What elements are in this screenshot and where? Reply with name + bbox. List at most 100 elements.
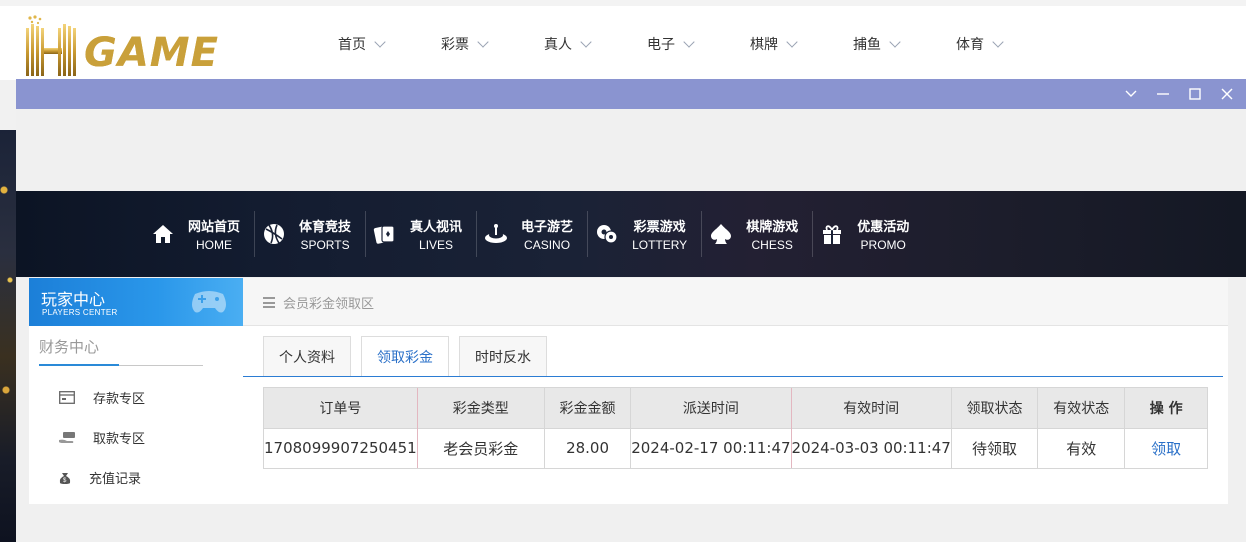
- breadcrumb-label: 会员彩金领取区: [283, 297, 375, 312]
- category-label-en: CHESS: [751, 238, 793, 252]
- top-nav-item-home[interactable]: 首页: [338, 34, 441, 54]
- column-header: 领取状态: [951, 388, 1039, 428]
- category-label-en: LIVES: [419, 238, 454, 252]
- maximize-button[interactable]: [1186, 86, 1204, 102]
- tab-profile[interactable]: 个人资料: [263, 336, 351, 376]
- cell-dispatch-time: 2024-02-17 00:11:47: [630, 427, 792, 468]
- category-label-cn: 优惠活动: [857, 220, 910, 235]
- category-label-cn: 彩票游戏: [633, 220, 686, 235]
- category-item-chess[interactable]: 棋牌游戏 CHESS: [702, 211, 814, 257]
- category-label-cn: 电子游艺: [521, 220, 574, 235]
- category-item-sports[interactable]: 体育竞技 SPORTS: [255, 211, 367, 257]
- cell-valid-status: 有效: [1037, 427, 1126, 468]
- tab-label: 时时反水: [475, 349, 531, 366]
- cell-valid-time: 2024-03-03 00:11:47: [791, 427, 952, 468]
- category-item-home[interactable]: 网站首页 HOME: [144, 211, 256, 257]
- cards-icon: [372, 221, 398, 247]
- chevron-down-icon: [580, 35, 592, 48]
- cell-claim-status: 待领取: [951, 427, 1039, 468]
- column-header: 有效状态: [1037, 388, 1126, 428]
- chevron-down-icon: [477, 35, 489, 48]
- column-header: 有效时间: [791, 388, 952, 428]
- category-item-lottery[interactable]: 彩票游戏 LOTTERY: [588, 211, 703, 257]
- minimize-icon: [1157, 93, 1169, 95]
- slot-icon: [483, 221, 509, 247]
- category-item-promo[interactable]: 优惠活动 PROMO: [813, 211, 923, 257]
- close-button[interactable]: [1218, 86, 1236, 102]
- top-nav-label: 棋牌: [750, 37, 778, 53]
- top-nav-label: 彩票: [441, 37, 469, 53]
- category-item-live[interactable]: 真人视讯 LIVES: [366, 211, 478, 257]
- chevron-down-icon: [786, 35, 798, 48]
- top-nav-item-sports[interactable]: 体育: [956, 34, 1059, 54]
- sidebar-item-withdraw[interactable]: 取款专区: [57, 428, 145, 447]
- tab-label: 领取彩金: [377, 350, 433, 366]
- category-label-en: LOTTERY: [632, 238, 688, 252]
- category-item-casino[interactable]: 电子游艺 CASINO: [477, 211, 589, 257]
- lottery-balls-icon: [594, 221, 620, 247]
- collapse-button[interactable]: [1122, 86, 1140, 102]
- tab-label: 个人资料: [279, 349, 335, 366]
- sidebar-item-label: 取款专区: [93, 432, 146, 447]
- popup-window: 网站首页 HOME 体育竞技 SPORTS 真人视讯 LIVES 电子游艺 CASINO: [16, 79, 1246, 542]
- top-nav-label: 真人: [544, 37, 572, 53]
- category-label-cn: 体育竞技: [299, 220, 352, 235]
- table-header-row: 订单号 彩金类型 彩金金额 派送时间 有效时间 领取状态 有效状态 操 作: [264, 388, 1207, 428]
- category-nav: 网站首页 HOME 体育竞技 SPORTS 真人视讯 LIVES 电子游艺 CASINO: [144, 211, 923, 257]
- cell-order-number: 1708099907250451: [264, 427, 418, 468]
- site-header: GAME 首页 彩票 真人 电子 棋牌 捕鱼 体育: [0, 0, 1246, 80]
- chevron-down-icon: [374, 35, 386, 48]
- column-header: 派送时间: [630, 388, 792, 428]
- background-image-strip: [0, 130, 16, 542]
- maximize-icon: [1189, 88, 1201, 100]
- chevron-down-icon: [889, 35, 901, 48]
- category-label-en: SPORTS: [300, 238, 350, 252]
- tab-claim-bonus[interactable]: 领取彩金: [361, 336, 449, 377]
- window-titlebar[interactable]: [16, 79, 1246, 109]
- sidebar-item-recharge-records[interactable]: $ 充值记录: [55, 468, 141, 487]
- sidebar-header-subtitle: PLAYERS CENTER: [42, 308, 118, 317]
- top-nav-label: 体育: [956, 37, 984, 53]
- tab-rebate[interactable]: 时时反水: [459, 336, 547, 376]
- sidebar-item-deposit[interactable]: 存款专区: [57, 388, 145, 407]
- top-nav-item-chess[interactable]: 棋牌: [750, 34, 853, 54]
- top-nav-item-electronic[interactable]: 电子: [647, 34, 750, 54]
- chevron-down-icon: [683, 35, 695, 48]
- top-nav: 首页 彩票 真人 电子 棋牌 捕鱼 体育: [338, 34, 1059, 54]
- chevron-down-icon: [992, 35, 1004, 48]
- sidebar-item-label: 存款专区: [93, 392, 146, 407]
- divider-accent: [39, 364, 119, 366]
- top-nav-item-live[interactable]: 真人: [544, 34, 647, 54]
- site-logo[interactable]: GAME: [18, 14, 280, 76]
- column-header: 订单号: [264, 388, 418, 428]
- ball-icon: [261, 221, 287, 247]
- tab-underline: [243, 376, 1223, 377]
- bonus-table: 订单号 彩金类型 彩金金额 派送时间 有效时间 领取状态 有效状态 操 作 17…: [263, 387, 1208, 469]
- sidebar-item-label: 充值记录: [89, 472, 142, 487]
- breadcrumb-bar: 会员彩金领取区: [243, 278, 1228, 326]
- chevron-down-icon: [1125, 90, 1137, 97]
- deposit-card-icon: [57, 390, 77, 406]
- table-row: 1708099907250451 老会员彩金 28.00 2024-02-17 …: [264, 427, 1207, 468]
- category-label-cn: 真人视讯: [410, 220, 463, 235]
- top-nav-label: 首页: [338, 37, 366, 53]
- menu-icon: [263, 297, 275, 308]
- gift-icon: [819, 221, 845, 247]
- category-label-en: CASINO: [524, 238, 571, 252]
- cell-bonus-amount: 28.00: [544, 427, 632, 468]
- minimize-button[interactable]: [1154, 86, 1172, 102]
- column-header: 彩金金额: [544, 388, 632, 428]
- claim-link[interactable]: 领取: [1124, 427, 1207, 468]
- category-label-cn: 棋牌游戏: [746, 220, 799, 235]
- category-label-cn: 网站首页: [188, 220, 241, 235]
- home-icon: [150, 221, 176, 247]
- top-nav-item-fishing[interactable]: 捕鱼: [853, 34, 956, 54]
- tab-bar: 个人资料 领取彩金 时时反水: [263, 336, 547, 377]
- top-nav-item-lottery[interactable]: 彩票: [441, 34, 544, 54]
- main-panel: 会员彩金领取区 个人资料 领取彩金 时时反水 订单号 彩金类型 彩金金额 派送时…: [243, 278, 1228, 504]
- category-label-en: HOME: [196, 238, 232, 252]
- window-controls: [1122, 86, 1236, 102]
- top-nav-label: 捕鱼: [853, 37, 881, 53]
- column-header: 彩金类型: [417, 388, 545, 428]
- logo-mark-icon: [26, 15, 76, 76]
